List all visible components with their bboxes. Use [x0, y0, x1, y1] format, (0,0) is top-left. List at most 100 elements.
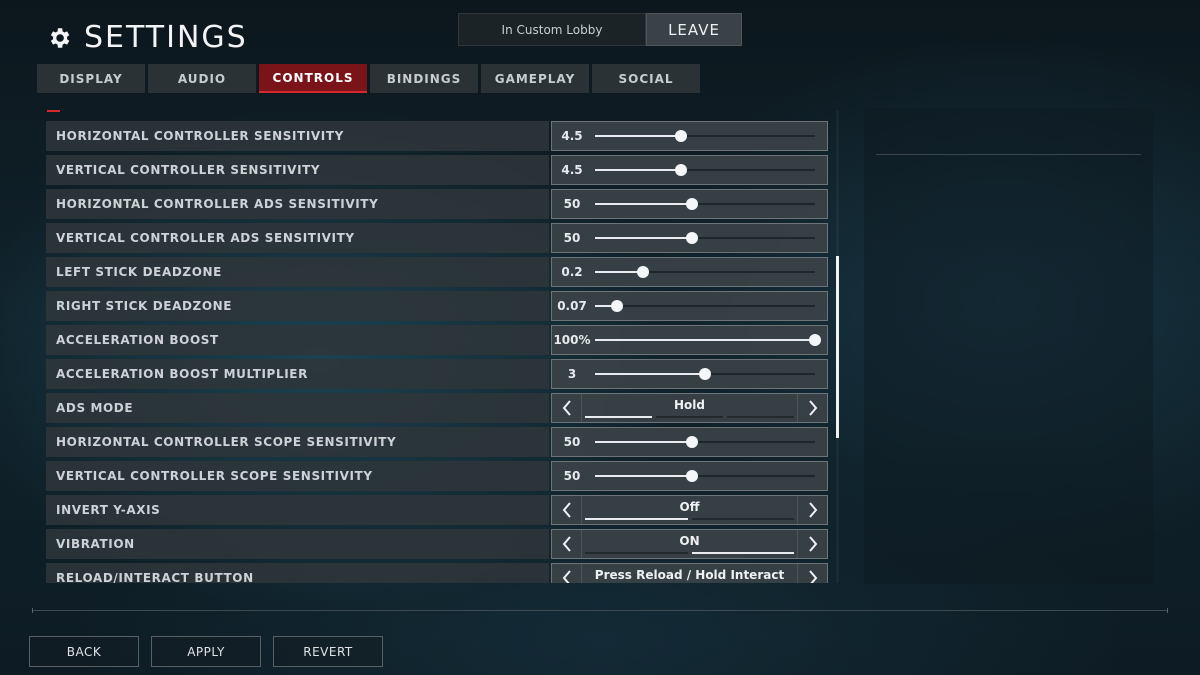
slider-handle[interactable]: [685, 198, 698, 210]
slider-vertical-controller-scope-sensitivity[interactable]: 50: [551, 461, 828, 491]
setting-label: HORIZONTAL CONTROLLER ADS SENSITIVITY: [46, 189, 549, 219]
setting-row-vertical-controller-ads-sensitivity: VERTICAL CONTROLLER ADS SENSITIVITY 50: [46, 223, 828, 253]
slider-track[interactable]: [595, 266, 815, 278]
tab-controls[interactable]: CONTROLS: [259, 64, 367, 93]
setting-row-ads-mode: ADS MODE Hold: [46, 393, 828, 423]
setting-label: ADS MODE: [46, 393, 549, 423]
slider-fill: [595, 169, 681, 171]
slider-track[interactable]: [595, 232, 815, 244]
slider-left-stick-deadzone[interactable]: 0.2: [551, 257, 828, 287]
slider-value: 4.5: [561, 163, 583, 177]
chevron-left-icon[interactable]: [552, 496, 582, 524]
slider-right-stick-deadzone[interactable]: 0.07: [551, 291, 828, 321]
setting-label: VERTICAL CONTROLLER SENSITIVITY: [46, 155, 549, 185]
slider-value: 0.07: [557, 299, 587, 313]
slider-fill: [595, 237, 692, 239]
setting-row-vibration: VIBRATION ON: [46, 529, 828, 559]
scrollbar-thumb[interactable]: [836, 256, 839, 438]
tab-gameplay[interactable]: GAMEPLAY: [481, 64, 589, 93]
slider-handle[interactable]: [685, 436, 698, 448]
slider-horizontal-controller-sensitivity[interactable]: 4.5: [551, 121, 828, 151]
setting-row-left-stick-deadzone: LEFT STICK DEADZONE 0.2: [46, 257, 828, 287]
chevron-right-icon[interactable]: [797, 394, 827, 422]
slider-handle[interactable]: [685, 232, 698, 244]
slider-fill: [595, 203, 692, 205]
option-indicator: [585, 552, 688, 554]
slider-handle[interactable]: [699, 368, 711, 380]
tab-social[interactable]: SOCIAL: [592, 64, 700, 93]
slider-track[interactable]: [595, 300, 815, 312]
slider-value: 0.2: [561, 265, 583, 279]
slider-track[interactable]: [595, 334, 821, 346]
slider-vertical-controller-sensitivity[interactable]: 4.5: [551, 155, 828, 185]
slider-handle[interactable]: [674, 164, 687, 176]
setting-label: HORIZONTAL CONTROLLER SCOPE SENSITIVITY: [46, 427, 549, 457]
slider-acceleration-boost-multiplier[interactable]: 3: [551, 359, 828, 389]
slider-horizontal-controller-scope-sensitivity[interactable]: 50: [551, 427, 828, 457]
slider-value: 50: [563, 435, 581, 449]
selector-value: Hold: [674, 398, 705, 412]
slider-value: 50: [563, 231, 581, 245]
gear-icon: [50, 27, 70, 48]
slider-value: 50: [563, 469, 581, 483]
setting-label: RELOAD/INTERACT BUTTON: [46, 563, 549, 583]
option-indicators: [585, 552, 794, 554]
chevron-left-icon[interactable]: [552, 394, 582, 422]
slider-horizontal-controller-ads-sensitivity[interactable]: 50: [551, 189, 828, 219]
selector-value: ON: [679, 534, 700, 548]
setting-label: HORIZONTAL CONTROLLER SENSITIVITY: [46, 121, 549, 151]
option-indicator: [585, 518, 688, 520]
chevron-right-icon[interactable]: [797, 496, 827, 524]
slider-vertical-controller-ads-sensitivity[interactable]: 50: [551, 223, 828, 253]
chevron-left-icon[interactable]: [552, 530, 582, 558]
option-indicators: [585, 416, 794, 418]
slider-handle[interactable]: [637, 266, 650, 278]
selector-ads-mode[interactable]: Hold: [551, 393, 828, 423]
footer-divider: [32, 608, 1168, 613]
tab-display[interactable]: DISPLAY: [37, 64, 145, 93]
setting-row-acceleration-boost-multiplier: ACCELERATION BOOST MULTIPLIER 3: [46, 359, 828, 389]
chevron-right-icon[interactable]: [797, 530, 827, 558]
description-divider: [876, 154, 1141, 155]
option-indicator: [656, 416, 723, 418]
slider-track[interactable]: [595, 368, 815, 380]
chevron-left-icon[interactable]: [552, 564, 582, 583]
selector-invert-y-axis[interactable]: Off: [551, 495, 828, 525]
back-button[interactable]: BACK: [29, 636, 139, 667]
setting-row-acceleration-boost: ACCELERATION BOOST 100%: [46, 325, 828, 355]
slider-value: 100%: [553, 333, 591, 347]
setting-label: ACCELERATION BOOST MULTIPLIER: [46, 359, 549, 389]
slider-fill: [595, 135, 681, 137]
slider-handle[interactable]: [674, 130, 687, 142]
selector-reload-interact-button[interactable]: Press Reload / Hold Interact: [551, 563, 828, 583]
option-indicator: [691, 518, 794, 520]
tab-bindings[interactable]: BINDINGS: [370, 64, 478, 93]
leave-button[interactable]: LEAVE: [646, 13, 742, 46]
setting-row-horizontal-controller-ads-sensitivity: HORIZONTAL CONTROLLER ADS SENSITIVITY 50: [46, 189, 828, 219]
slider-track[interactable]: [595, 130, 815, 142]
slider-acceleration-boost[interactable]: 100%: [551, 325, 828, 355]
tab-audio[interactable]: AUDIO: [148, 64, 256, 93]
slider-track[interactable]: [595, 470, 815, 482]
selector-value: Press Reload / Hold Interact: [594, 568, 785, 582]
section-marker: [47, 110, 60, 112]
slider-value: 3: [567, 367, 577, 381]
slider-track[interactable]: [595, 164, 815, 176]
slider-fill: [595, 475, 692, 477]
page-title: SETTINGS: [46, 20, 248, 55]
slider-handle[interactable]: [611, 300, 623, 312]
option-indicator: [585, 416, 652, 418]
setting-label: VERTICAL CONTROLLER SCOPE SENSITIVITY: [46, 461, 549, 491]
slider-track[interactable]: [595, 436, 815, 448]
selector-vibration[interactable]: ON: [551, 529, 828, 559]
slider-track[interactable]: [595, 198, 815, 210]
slider-handle[interactable]: [809, 334, 821, 346]
lobby-status: In Custom Lobby: [458, 13, 646, 46]
setting-label: VERTICAL CONTROLLER ADS SENSITIVITY: [46, 223, 549, 253]
setting-label: INVERT Y-AXIS: [46, 495, 549, 525]
chevron-right-icon[interactable]: [797, 564, 827, 583]
apply-button[interactable]: APPLY: [151, 636, 261, 667]
setting-label: RIGHT STICK DEADZONE: [46, 291, 549, 321]
slider-handle[interactable]: [685, 470, 698, 482]
revert-button[interactable]: REVERT: [273, 636, 383, 667]
